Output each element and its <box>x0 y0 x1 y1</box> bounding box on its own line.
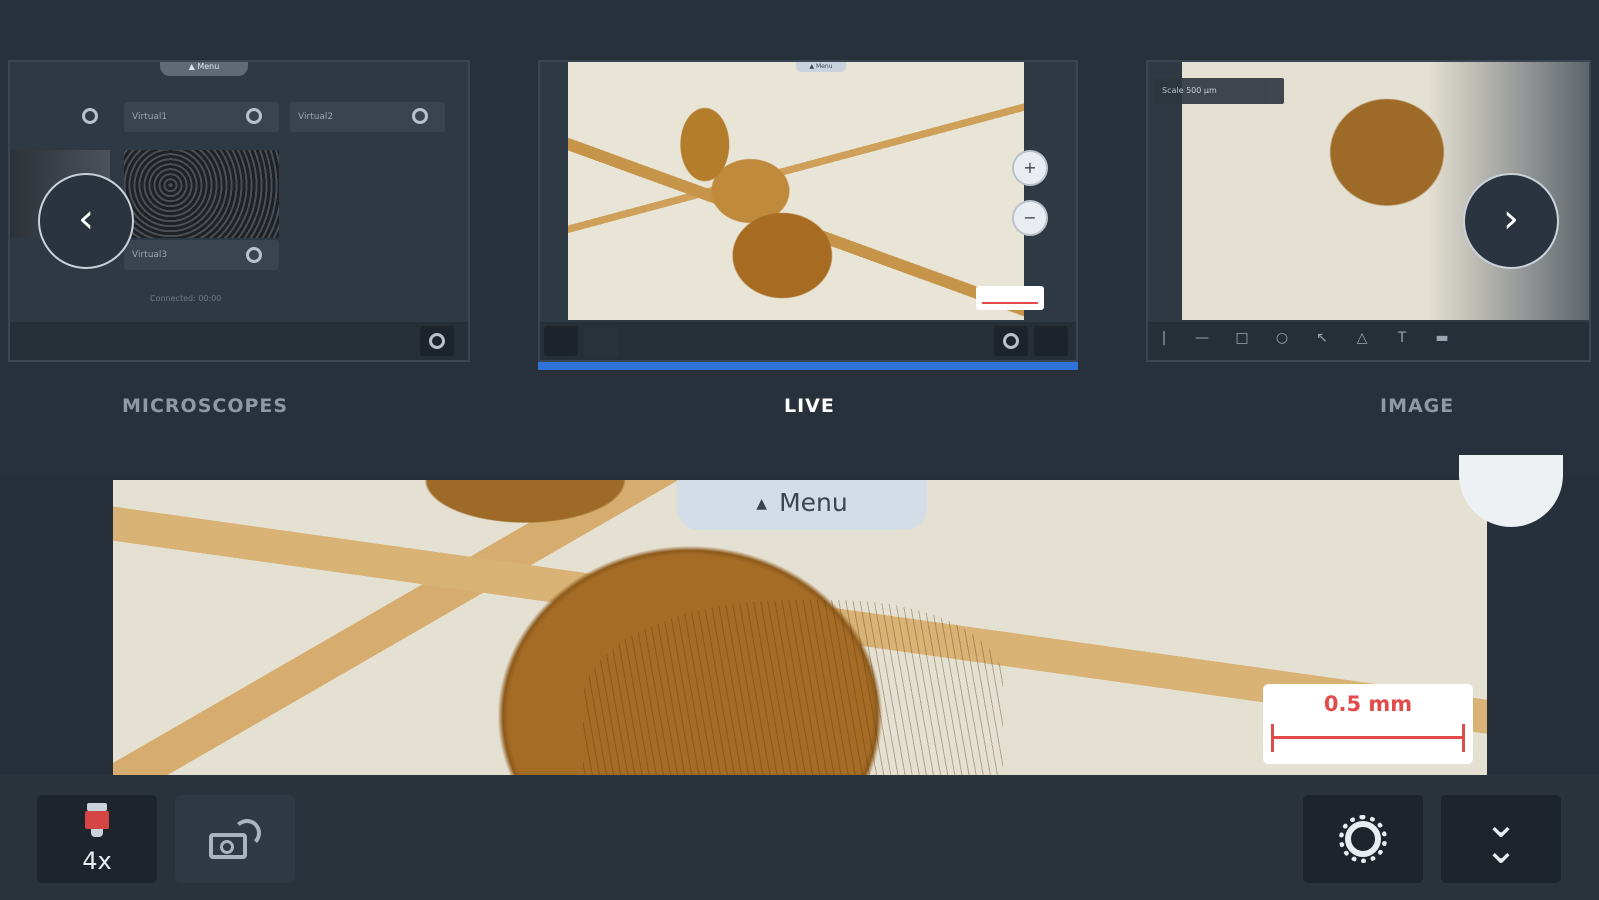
objective-button[interactable]: 4x <box>37 795 157 883</box>
eraser-icon <box>584 326 618 356</box>
annotation-toolbar: | — □ ○ ↖ △ T ▬ <box>1148 322 1589 360</box>
collapse-icon <box>1034 326 1068 356</box>
scale-bar <box>976 286 1044 310</box>
gear-icon <box>246 108 262 124</box>
scale-tool-icon: ▬ <box>1435 330 1449 346</box>
chevron-right-icon: › <box>1503 196 1519 242</box>
tab-image[interactable]: IMAGE <box>1380 395 1454 417</box>
live-preview-card[interactable]: ▲ Menu + − <box>538 60 1078 362</box>
gear-icon <box>246 247 262 263</box>
focus-icon <box>544 326 578 356</box>
gear-icon <box>429 333 445 349</box>
camera-rotate-button[interactable] <box>175 795 295 883</box>
objective-icon <box>83 803 111 839</box>
tab-microscopes[interactable]: MICROSCOPES <box>122 395 288 417</box>
chevron-double-down-icon: ⌄ ⌄ <box>1484 801 1518 873</box>
active-tab-indicator <box>538 362 1078 370</box>
card-footer <box>540 322 1076 360</box>
live-menu-tab: ▲ Menu <box>796 62 846 72</box>
camera-rotate-icon <box>209 819 261 859</box>
circle-tool-icon: ○ <box>1275 330 1289 346</box>
info-icon: | <box>1161 330 1167 346</box>
image-header: Scale 500 µm <box>1154 78 1284 104</box>
scale-bar: 0.5 mm <box>1263 684 1473 764</box>
menu-pull-tab[interactable]: ▲ Menu <box>677 480 927 530</box>
minus-circle-icon: − <box>1012 200 1048 236</box>
objective-magnification: 4x <box>82 847 112 875</box>
settings-button <box>420 326 454 356</box>
previous-arrow-button[interactable]: ‹ <box>38 173 134 269</box>
live-thumbnail: ▲ Menu <box>568 62 1044 320</box>
microscope-thumbnail <box>124 150 279 238</box>
tab-live[interactable]: LIVE <box>784 395 835 417</box>
mic-menu-tab: ▲ Menu <box>160 62 248 76</box>
caret-up-icon: ▲ <box>756 496 768 512</box>
angle-tool-icon: △ <box>1356 330 1368 346</box>
scale-bar-line <box>1271 736 1465 739</box>
card-footer <box>10 322 468 360</box>
collapse-button[interactable]: ⌄ ⌄ <box>1441 795 1561 883</box>
specimen-texture <box>583 600 1003 775</box>
scale-bar-tick <box>1462 724 1465 752</box>
text-tool-icon: T <box>1397 330 1407 346</box>
settings-button[interactable] <box>1303 795 1423 883</box>
gear-icon <box>82 108 98 124</box>
arrow-tool-icon: ↖ <box>1316 330 1328 346</box>
plus-circle-icon: + <box>1012 150 1048 186</box>
gear-icon <box>1339 815 1387 863</box>
chevron-left-icon: ‹ <box>78 196 94 242</box>
line-tool-icon: — <box>1195 330 1209 346</box>
settings-button <box>994 326 1028 356</box>
connection-caption: Connected: 00:00 <box>150 294 222 303</box>
rectangle-tool-icon: □ <box>1235 330 1249 346</box>
workflow-carousel: ▲ Menu Virtual1 Virtual2 Virtual3 Connec… <box>0 0 1599 475</box>
next-arrow-button[interactable]: › <box>1463 173 1559 269</box>
gear-icon <box>1003 333 1019 349</box>
scale-bar-tick <box>1271 724 1274 752</box>
menu-label: Menu <box>779 488 848 517</box>
gear-icon <box>412 108 428 124</box>
scale-bar-label: 0.5 mm <box>1323 692 1413 716</box>
